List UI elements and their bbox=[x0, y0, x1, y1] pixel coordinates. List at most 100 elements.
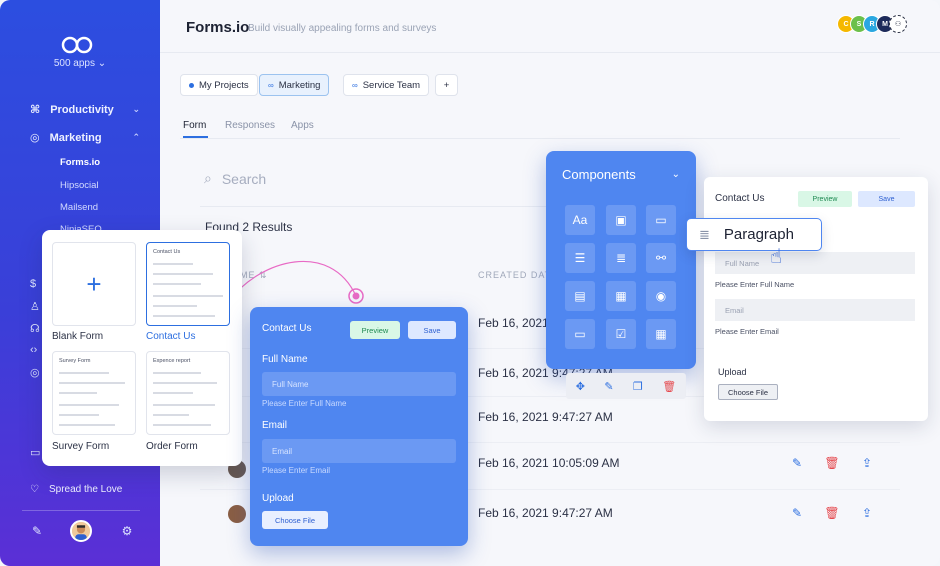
sidebar-subitem-hipsocial[interactable]: Hipsocial bbox=[60, 180, 99, 191]
row-date: Feb 16, 2021 9:47:27 AM bbox=[478, 506, 613, 520]
trash-icon[interactable]: 🗑 bbox=[824, 506, 839, 520]
list-component-icon[interactable]: ☰ bbox=[565, 243, 595, 273]
project-tab-my-projects[interactable]: My Projects bbox=[180, 74, 258, 96]
apps-count-dropdown[interactable]: 500 apps ⌄ bbox=[0, 58, 160, 69]
spread-label: Spread the Love bbox=[48, 484, 123, 495]
project-tab-marketing[interactable]: ∞ Marketing bbox=[259, 74, 330, 96]
save-button[interactable]: Save bbox=[858, 191, 915, 207]
mini-line bbox=[153, 295, 223, 297]
copy-icon[interactable]: ❐ bbox=[633, 380, 643, 393]
input-component-icon[interactable]: ▭ bbox=[646, 205, 676, 235]
project-tab-label: Service Team bbox=[362, 79, 421, 91]
globe-icon: ◎ bbox=[30, 132, 40, 144]
form-title: Contact Us bbox=[262, 323, 312, 334]
field-label: Upload bbox=[262, 493, 294, 504]
edit-icon[interactable]: ✎ bbox=[604, 380, 613, 393]
project-tab-label: Marketing bbox=[278, 79, 321, 91]
row-avatar bbox=[228, 505, 246, 523]
full-name-field[interactable]: Full Name bbox=[715, 252, 915, 274]
template-picker: + Contact Us Blank Form Contact Us Surve… bbox=[42, 230, 242, 466]
app-title: Forms.io bbox=[186, 19, 250, 36]
trash-icon[interactable]: 🗑 bbox=[824, 456, 839, 470]
sidebar-subitem-formsio[interactable]: Forms.io bbox=[60, 157, 100, 168]
template-contact-us[interactable]: Contact Us bbox=[146, 242, 230, 326]
share-icon[interactable]: ⇪ bbox=[860, 506, 874, 520]
choose-file-button[interactable]: Choose File bbox=[262, 511, 328, 529]
move-icon[interactable]: ✥ bbox=[576, 380, 585, 393]
template-label: Order Form bbox=[146, 441, 198, 452]
checkbox-component-icon[interactable]: ☑ bbox=[606, 319, 636, 349]
component-toolbar: ✥ ✎ ❐ 🗑 bbox=[566, 373, 686, 399]
field-help: Please Enter Full Name bbox=[262, 399, 347, 408]
mini-line bbox=[153, 372, 201, 374]
sidebar-subitem-mailsend[interactable]: Mailsend bbox=[60, 202, 98, 213]
date-component-icon[interactable]: ▦ bbox=[606, 281, 636, 311]
mini-line bbox=[153, 283, 201, 285]
active-tab-indicator bbox=[183, 136, 208, 138]
connector-curve bbox=[226, 260, 364, 304]
paragraph-drag-chip[interactable]: ≣ Paragraph bbox=[686, 218, 822, 251]
plus-icon: + bbox=[86, 268, 102, 299]
share-icon[interactable]: ⇪ bbox=[860, 456, 874, 470]
mini-line bbox=[153, 404, 215, 406]
field-help: Please Enter Email bbox=[715, 327, 779, 336]
calendar-component-icon[interactable]: ▦ bbox=[646, 319, 676, 349]
hand-cursor-icon: ☝ bbox=[770, 246, 783, 268]
search-bar[interactable]: ⌕ Search bbox=[204, 170, 266, 187]
template-label: Contact Us bbox=[146, 331, 196, 342]
tab-form[interactable]: Form bbox=[183, 120, 206, 131]
tab-responses[interactable]: Responses bbox=[225, 120, 275, 131]
project-tab-service-team[interactable]: ∞ Service Team bbox=[343, 74, 430, 96]
search-underline bbox=[200, 206, 550, 207]
sidebar-item-marketing[interactable]: ◎ Marketing ⌃ bbox=[30, 131, 140, 145]
sidebar-item-label: Marketing bbox=[49, 131, 102, 144]
template-order-form[interactable]: Expence report bbox=[146, 351, 230, 435]
form-preview-card: Contact Us Preview Save Full Name Please… bbox=[704, 177, 928, 421]
sidebar-item-productivity[interactable]: ⌘ Productivity ⌄ bbox=[30, 103, 140, 117]
button-component-icon[interactable]: ▭ bbox=[565, 319, 595, 349]
add-project-button[interactable]: + bbox=[435, 74, 458, 96]
column-header-created[interactable]: CREATED DAT bbox=[478, 270, 551, 280]
template-blank-form[interactable]: + bbox=[52, 242, 136, 326]
choose-file-button[interactable]: Choose File bbox=[718, 384, 778, 400]
edit-icon[interactable]: ✎ bbox=[790, 506, 804, 520]
image-component-icon[interactable]: ▣ bbox=[606, 205, 636, 235]
email-field[interactable]: Email bbox=[262, 439, 456, 463]
template-label: Survey Form bbox=[52, 441, 110, 452]
preview-button[interactable]: Preview bbox=[350, 321, 400, 339]
table-component-icon[interactable]: ▤ bbox=[565, 281, 595, 311]
tabs-divider bbox=[180, 138, 900, 139]
full-name-field[interactable]: Full Name bbox=[262, 372, 456, 396]
user-avatar[interactable] bbox=[70, 520, 92, 542]
mini-line bbox=[59, 382, 125, 384]
chevron-up-icon: ⌃ bbox=[132, 132, 140, 142]
avatar-image bbox=[72, 522, 90, 540]
edit-icon[interactable]: ✎ bbox=[790, 456, 804, 470]
template-mini-title: Contact Us bbox=[153, 249, 181, 255]
sidebar-divider bbox=[22, 510, 140, 511]
mini-line bbox=[153, 414, 189, 416]
row-date: Feb 16, 2021 9:47:27 AM bbox=[478, 410, 613, 424]
app-window: 500 apps ⌄ ⌘ Productivity ⌄ ◎ Marketing … bbox=[0, 0, 940, 566]
upload-label: Upload bbox=[718, 367, 747, 377]
link-icon: ∞ bbox=[268, 80, 274, 90]
template-survey-form[interactable]: Survey Form bbox=[52, 351, 136, 435]
trash-icon[interactable]: 🗑 bbox=[662, 380, 676, 393]
add-user-icon[interactable]: ⚇ bbox=[889, 15, 907, 33]
template-label: Blank Form bbox=[52, 331, 104, 342]
collaborator-avatars[interactable]: C S R M ⚇ bbox=[837, 15, 907, 33]
text-component-icon[interactable]: Aa bbox=[565, 205, 595, 235]
save-button[interactable]: Save bbox=[408, 321, 456, 339]
preview-button[interactable]: Preview bbox=[798, 191, 852, 207]
feather-icon[interactable]: ✎ bbox=[26, 520, 48, 542]
search-input[interactable]: Search bbox=[222, 171, 266, 187]
gear-icon[interactable]: ⚙ bbox=[116, 520, 138, 542]
components-panel: Components ⌄ Aa ▣ ▭ ☰ ≣ ⚯ ▤ ▦ ◉ ▭ ☑ ▦ bbox=[546, 151, 696, 369]
radio-component-icon[interactable]: ◉ bbox=[646, 281, 676, 311]
link-component-icon[interactable]: ⚯ bbox=[646, 243, 676, 273]
paragraph-component-icon[interactable]: ≣ bbox=[606, 243, 636, 273]
tab-apps[interactable]: Apps bbox=[291, 120, 314, 131]
spread-the-love-link[interactable]: ♡ Spread the Love bbox=[30, 484, 122, 495]
chevron-down-icon[interactable]: ⌄ bbox=[672, 169, 680, 180]
email-field[interactable]: Email bbox=[715, 299, 915, 321]
